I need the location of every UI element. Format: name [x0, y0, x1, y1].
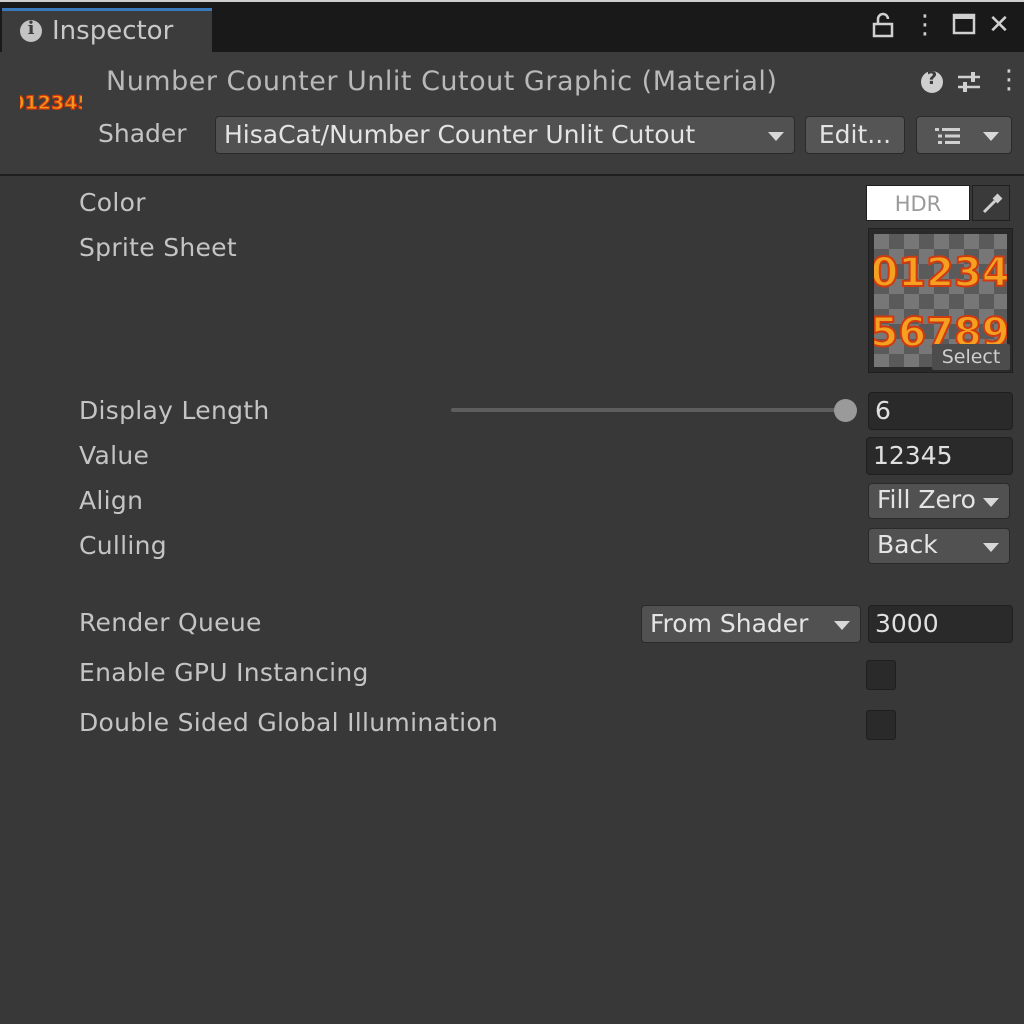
material-title: Number Counter Unlit Cutout Graphic (Mat… — [106, 66, 778, 97]
align-label: Align — [79, 486, 144, 515]
shader-options-button[interactable] — [916, 116, 1012, 154]
display-length-input[interactable]: 6 — [868, 392, 1013, 430]
tab-label: Inspector — [52, 16, 174, 46]
help-icon[interactable]: ? — [921, 68, 943, 93]
sprite-select-button[interactable]: Select — [932, 344, 1010, 370]
render-queue-label: Render Queue — [79, 608, 262, 637]
close-icon[interactable]: ✕ — [986, 12, 1012, 38]
chevron-down-icon — [834, 621, 850, 630]
double-sided-gi-checkbox[interactable] — [866, 710, 896, 740]
chevron-down-icon — [983, 132, 999, 141]
render-queue-input[interactable]: 3000 — [868, 605, 1013, 643]
sprite-sheet-slot[interactable]: 01234 56789 Select — [868, 228, 1013, 373]
gpu-instancing-label: Enable GPU Instancing — [79, 658, 369, 687]
display-length-label: Display Length — [79, 396, 270, 425]
tab-inspector[interactable]: Inspector — [2, 8, 212, 52]
gpu-instancing-checkbox[interactable] — [866, 660, 896, 690]
value-label: Value — [79, 441, 150, 470]
align-dropdown[interactable]: Fill Zero — [868, 483, 1010, 519]
shader-value: HisaCat/Number Counter Unlit Cutout — [224, 120, 696, 149]
value-input[interactable]: 12345 — [866, 437, 1013, 475]
color-label: Color — [79, 188, 146, 217]
shader-label: Shader — [98, 119, 187, 148]
culling-dropdown[interactable]: Back — [868, 528, 1010, 564]
eyedropper-icon — [982, 193, 1003, 214]
sprite-row-1: 01234 — [874, 250, 1007, 296]
thumbnail-text: 012345 — [20, 92, 82, 114]
material-header: 012345 Number Counter Unlit Cutout Graph… — [0, 52, 1024, 176]
info-icon — [20, 18, 42, 42]
render-queue-mode-dropdown[interactable]: From Shader — [641, 605, 861, 643]
eyedropper-button[interactable] — [972, 185, 1010, 221]
display-length-slider[interactable] — [451, 408, 849, 412]
color-field[interactable]: HDR — [866, 185, 970, 221]
culling-label: Culling — [79, 531, 167, 560]
chevron-down-icon — [983, 543, 999, 552]
chevron-down-icon — [768, 132, 784, 141]
list-icon — [935, 128, 960, 144]
tab-strip: Inspector ⋮ ✕ — [0, 0, 1024, 52]
material-thumbnail: 012345 — [20, 91, 82, 114]
lock-icon[interactable] — [870, 12, 896, 38]
sprite-sheet-label: Sprite Sheet — [79, 233, 237, 262]
context-menu-icon[interactable]: ⋮ — [996, 65, 1022, 95]
slider-handle[interactable] — [834, 399, 857, 422]
chevron-down-icon — [983, 498, 999, 507]
vertical-ellipsis-icon[interactable]: ⋮ — [912, 12, 938, 38]
maximize-icon[interactable] — [951, 12, 977, 38]
top-border — [0, 0, 1024, 2]
preset-settings-icon[interactable] — [956, 69, 982, 101]
edit-shader-button[interactable]: Edit... — [805, 116, 905, 154]
shader-dropdown[interactable]: HisaCat/Number Counter Unlit Cutout — [215, 116, 795, 154]
double-sided-gi-label: Double Sided Global Illumination — [79, 708, 499, 737]
